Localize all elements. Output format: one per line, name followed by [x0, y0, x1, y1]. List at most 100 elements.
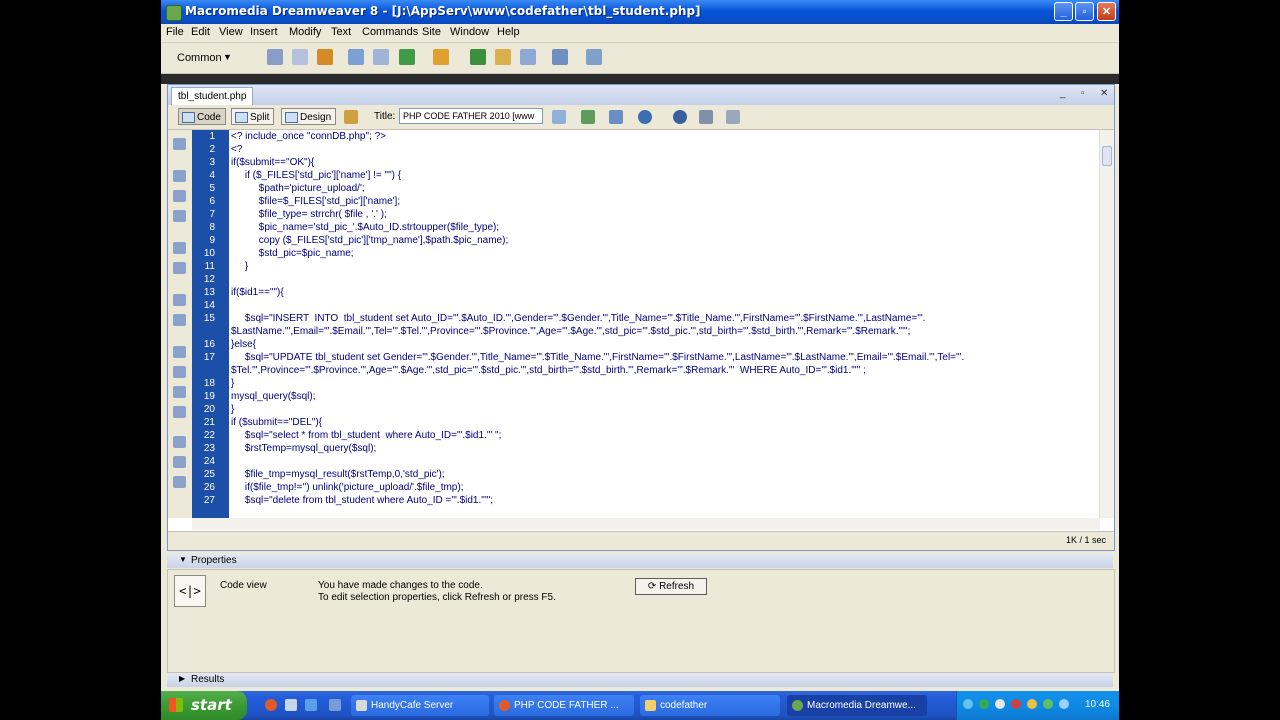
menu-insert[interactable]: Insert — [250, 26, 278, 38]
desktop-quicklaunch-icon[interactable] — [285, 699, 297, 711]
line-numbers-icon[interactable] — [173, 294, 186, 306]
globe-icon[interactable] — [638, 110, 652, 124]
system-tray: 10:46 — [956, 691, 1119, 720]
hyperlink-icon[interactable] — [267, 49, 283, 65]
code-view-icon: <|> — [174, 575, 206, 607]
task-handycafe[interactable]: HandyCafe Server — [351, 695, 489, 716]
recent-snippets-icon[interactable] — [173, 406, 186, 418]
templates-icon[interactable] — [586, 49, 602, 65]
menu-edit[interactable]: Edit — [191, 26, 210, 38]
view-options-icon[interactable] — [699, 110, 713, 124]
expand-all-icon[interactable] — [173, 210, 186, 222]
tray-status-icon[interactable] — [1059, 699, 1069, 709]
minimize-button[interactable]: _ — [1054, 2, 1073, 21]
tray-app-icon[interactable] — [1043, 699, 1053, 709]
tray-update-icon[interactable] — [1027, 699, 1037, 709]
email-link-icon[interactable] — [292, 49, 308, 65]
menu-site[interactable]: Site — [422, 26, 441, 38]
menu-file[interactable]: File — [166, 26, 184, 38]
menu-window[interactable]: Window — [450, 26, 489, 38]
line-number: 23 — [203, 443, 215, 454]
task-dreamweaver[interactable]: Macromedia Dreamwe... — [787, 695, 927, 716]
quicklaunch-more-icon[interactable] — [329, 699, 341, 711]
collapse-selection-icon[interactable] — [173, 190, 186, 202]
chevron-down-icon[interactable]: ▼ — [223, 52, 232, 62]
table-icon[interactable] — [348, 49, 364, 65]
tray-security-icon[interactable] — [979, 699, 989, 709]
tray-volume-icon[interactable] — [995, 699, 1005, 709]
media-quicklaunch-icon[interactable] — [305, 699, 317, 711]
menu-commands[interactable]: Commands — [362, 26, 418, 38]
menu-help[interactable]: Help — [497, 26, 520, 38]
code-editor[interactable]: <? include_once "connDB.php"; ?> <? if($su… — [231, 130, 1099, 518]
named-anchor-icon[interactable] — [317, 49, 333, 65]
file-management-icon[interactable] — [552, 110, 566, 124]
close-button[interactable]: ✕ — [1097, 2, 1116, 21]
code-view-label: Code view — [220, 580, 267, 591]
clock: 10:46 — [1084, 699, 1110, 710]
line-number: 5 — [209, 183, 215, 194]
menu-text[interactable]: Text — [331, 26, 351, 38]
layer-icon[interactable] — [373, 49, 389, 65]
live-data-icon[interactable] — [344, 110, 358, 124]
wrap-tag-icon[interactable] — [173, 386, 186, 398]
results-header[interactable]: ▶ Results — [167, 673, 1113, 687]
insert-category-select[interactable]: Common — [177, 52, 222, 64]
line-number: 20 — [203, 404, 215, 415]
line-number: 7 — [209, 209, 215, 220]
collapse-tag-icon[interactable] — [173, 170, 186, 182]
start-button[interactable]: start — [161, 691, 247, 720]
head-content-icon[interactable] — [520, 49, 536, 65]
design-view-button[interactable]: Design — [281, 108, 337, 125]
maximize-button[interactable]: ▫ — [1075, 2, 1094, 21]
document-tab[interactable]: tbl_student.php — [171, 87, 254, 105]
script-icon[interactable] — [552, 49, 568, 65]
task-php-code-father[interactable]: PHP CODE FATHER ... — [494, 695, 634, 716]
vertical-scrollbar[interactable] — [1099, 130, 1114, 518]
line-number: 22 — [203, 430, 215, 441]
browser-quicklaunch-icon[interactable] — [265, 699, 277, 711]
image-icon[interactable] — [399, 49, 415, 65]
menu-view[interactable]: View — [219, 26, 243, 38]
refresh-button[interactable]: ⟳ Refresh — [635, 578, 707, 595]
code-line: if($submit=="OK"){ — [231, 157, 315, 168]
line-number: 9 — [209, 235, 215, 246]
title-bar: Macromedia Dreamweaver 8 - [J:\AppServ\w… — [161, 0, 1119, 24]
apply-comment-icon[interactable] — [173, 346, 186, 358]
task-codefather-folder[interactable]: codefather — [640, 695, 780, 716]
code-line: if($id1==""){ — [231, 287, 284, 298]
remove-comment-icon[interactable] — [173, 366, 186, 378]
outdent-icon[interactable] — [173, 456, 186, 468]
split-view-button[interactable]: Split — [231, 108, 275, 125]
indent-icon[interactable] — [173, 436, 186, 448]
comment-icon[interactable] — [495, 49, 511, 65]
visual-aids-icon[interactable] — [726, 110, 740, 124]
tray-network-icon[interactable] — [963, 699, 973, 709]
code-view-button[interactable]: Code — [178, 108, 226, 125]
balance-braces-icon[interactable] — [173, 262, 186, 274]
menu-bar: File Edit View Insert Modify Text Comman… — [161, 24, 1119, 43]
highlight-invalid-icon[interactable] — [173, 314, 186, 326]
media-icon[interactable] — [433, 49, 449, 65]
doc-restore-icon[interactable]: ▫ — [1081, 88, 1085, 99]
open-documents-icon[interactable] — [173, 138, 186, 150]
line-number: 15 — [203, 313, 215, 324]
date-icon[interactable] — [470, 49, 486, 65]
tray-antivirus-icon[interactable] — [1011, 699, 1021, 709]
scrollbar-thumb[interactable] — [1102, 146, 1112, 166]
horizontal-scrollbar[interactable] — [192, 518, 1100, 530]
refresh-icon[interactable] — [673, 110, 687, 124]
format-source-icon[interactable] — [173, 476, 186, 488]
code-icon — [182, 112, 195, 123]
doc-close-icon[interactable]: ✕ — [1100, 88, 1108, 99]
doc-minimize-icon[interactable]: _ — [1060, 88, 1066, 99]
debug-icon[interactable] — [609, 110, 623, 124]
select-parent-tag-icon[interactable] — [173, 242, 186, 254]
line-number: 21 — [203, 417, 215, 428]
preview-icon[interactable] — [581, 110, 595, 124]
menu-modify[interactable]: Modify — [289, 26, 321, 38]
page-title-input[interactable]: PHP CODE FATHER 2010 [www — [399, 108, 543, 124]
properties-header[interactable]: ▼ Properties — [167, 554, 1113, 568]
